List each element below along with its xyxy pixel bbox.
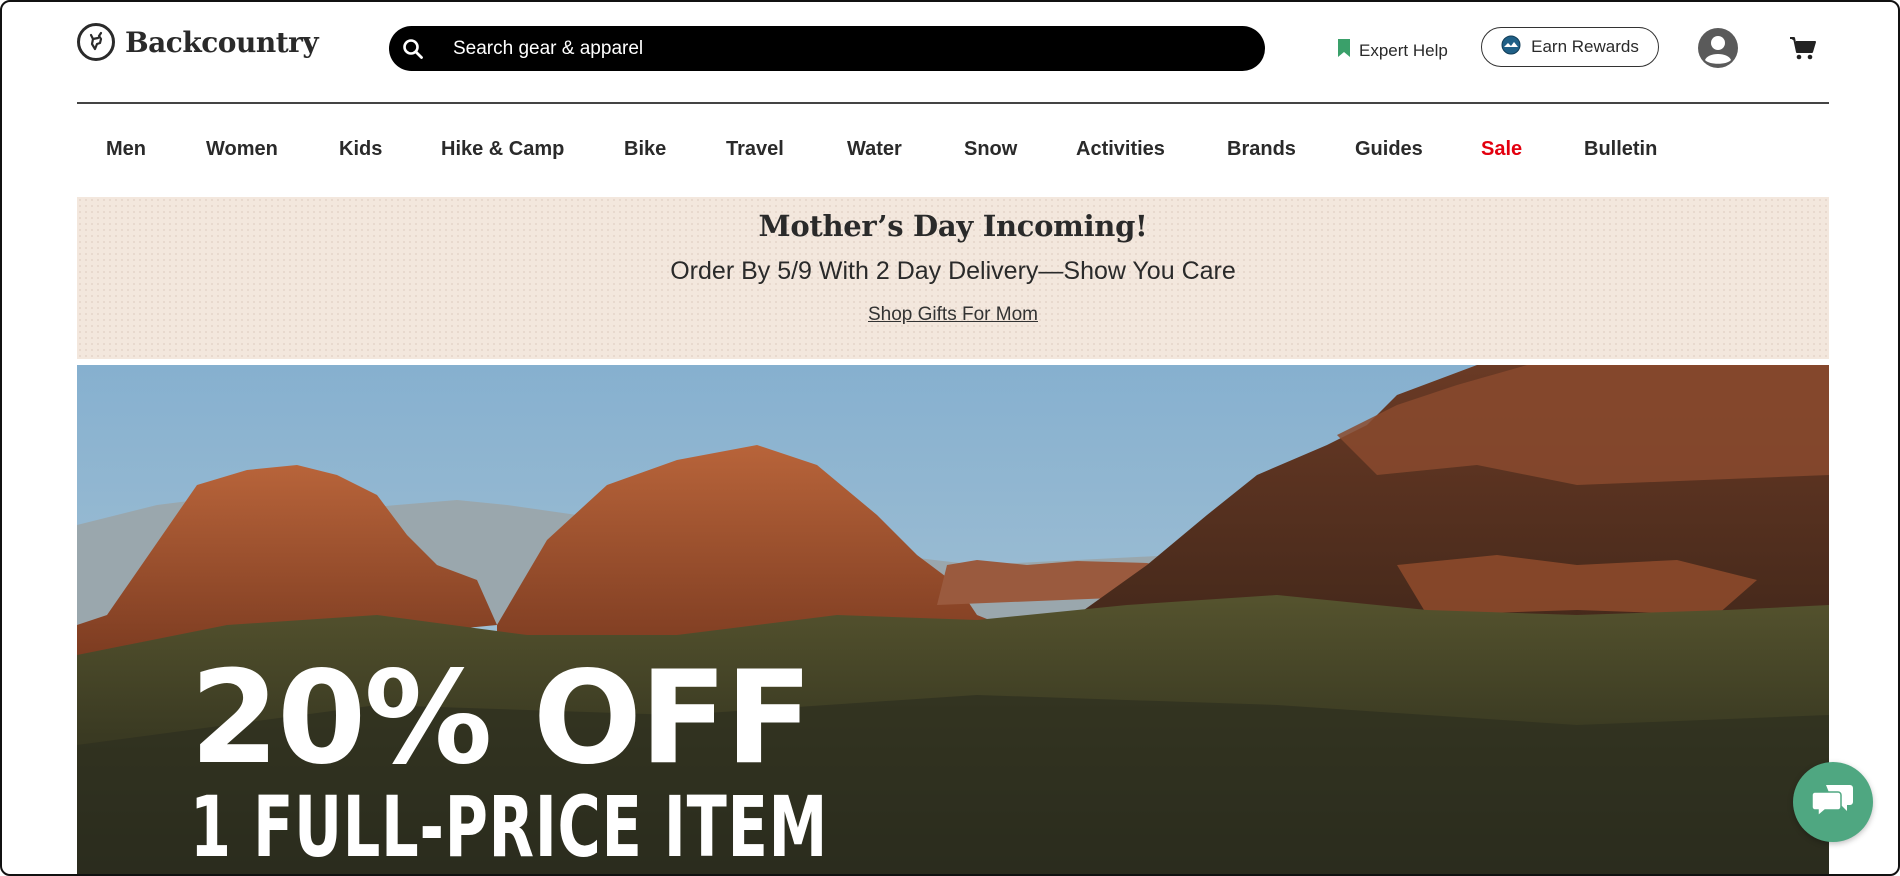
nav-item-hike-camp[interactable]: Hike & Camp xyxy=(441,138,564,161)
promo-subtitle: Order By 5/9 With 2 Day Delivery—Show Yo… xyxy=(670,257,1236,285)
nav-item-bike[interactable]: Bike xyxy=(624,138,666,161)
nav-item-bulletin[interactable]: Bulletin xyxy=(1584,138,1657,161)
nav-item-activities[interactable]: Activities xyxy=(1076,138,1165,161)
main-nav: Men Women Kids Hike & Camp Bike Travel W… xyxy=(77,128,1829,172)
nav-item-women[interactable]: Women xyxy=(206,138,278,161)
expert-help-link[interactable]: Expert Help xyxy=(1337,38,1448,63)
site-header: Backcountry Expert Help xyxy=(77,18,1829,102)
hero-headline: 20% OFF xyxy=(190,644,813,793)
search-input[interactable] xyxy=(451,36,1235,61)
chat-button[interactable] xyxy=(1793,762,1873,842)
promo-title: Mother’s Day Incoming! xyxy=(758,209,1148,243)
earn-rewards-button[interactable]: Earn Rewards xyxy=(1481,27,1659,67)
promo-banner: Mother’s Day Incoming! Order By 5/9 With… xyxy=(77,197,1829,359)
logo-text: Backcountry xyxy=(125,25,319,59)
hero-subheadline: 1 FULL-PRICE ITEM xyxy=(190,778,829,876)
shop-gifts-link[interactable]: Shop Gifts For Mom xyxy=(77,304,1829,326)
nav-item-men[interactable]: Men xyxy=(106,138,146,161)
rewards-badge-icon xyxy=(1501,35,1521,60)
cart-icon[interactable] xyxy=(1789,34,1817,62)
nav-item-snow[interactable]: Snow xyxy=(964,138,1017,161)
search-bar[interactable] xyxy=(389,26,1265,71)
goat-logo-icon xyxy=(77,23,115,61)
bookmark-icon xyxy=(1337,38,1351,63)
nav-item-travel[interactable]: Travel xyxy=(726,138,784,161)
expert-help-label: Expert Help xyxy=(1359,40,1448,60)
nav-item-brands[interactable]: Brands xyxy=(1227,138,1296,161)
nav-item-sale[interactable]: Sale xyxy=(1481,138,1522,161)
hero-banner[interactable]: 20% OFF 1 FULL-PRICE ITEM xyxy=(77,365,1829,876)
browser-frame: Backcountry Expert Help xyxy=(0,0,1900,876)
account-icon[interactable] xyxy=(1697,27,1739,69)
nav-item-kids[interactable]: Kids xyxy=(339,138,382,161)
search-icon[interactable] xyxy=(401,37,425,61)
logo[interactable]: Backcountry xyxy=(77,23,319,61)
nav-item-water[interactable]: Water xyxy=(847,138,902,161)
nav-item-guides[interactable]: Guides xyxy=(1355,138,1423,161)
header-divider xyxy=(77,102,1829,104)
earn-rewards-label: Earn Rewards xyxy=(1531,37,1639,56)
chat-icon xyxy=(1811,782,1854,823)
